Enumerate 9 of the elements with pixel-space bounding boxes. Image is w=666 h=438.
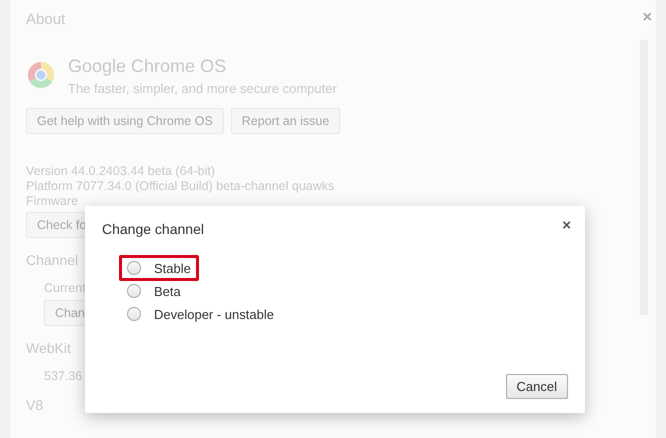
option-label[interactable]: Developer - unstable	[154, 306, 274, 322]
radio-button[interactable]	[127, 261, 141, 275]
cancel-button[interactable]: Cancel	[506, 374, 568, 399]
dialog-title: Change channel	[102, 221, 204, 237]
option-label[interactable]: Beta	[154, 284, 181, 298]
radio-button[interactable]	[127, 307, 141, 321]
logo-icon	[27, 61, 55, 89]
close-button[interactable]: ×	[562, 218, 571, 234]
radio-button[interactable]	[127, 284, 141, 298]
